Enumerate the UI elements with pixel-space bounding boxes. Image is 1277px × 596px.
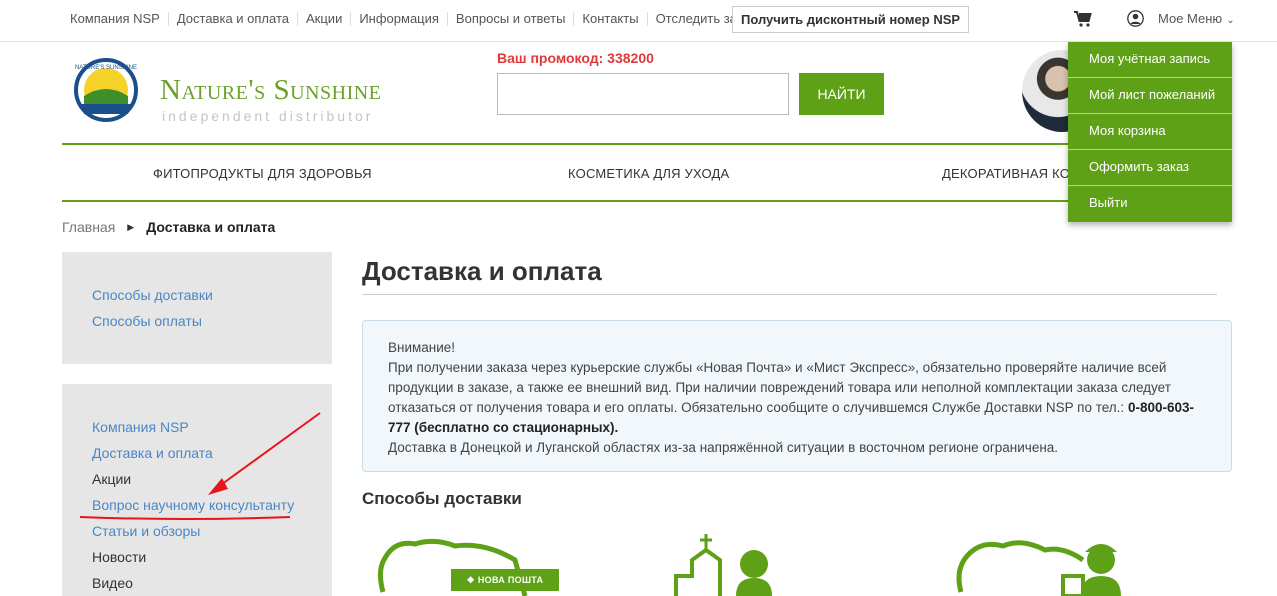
sidebar-link-articles[interactable]: Статьи и обзоры xyxy=(92,518,332,544)
courier-map-icon xyxy=(956,540,1121,596)
nav-item-cosmetics[interactable]: КОСМЕТИКА ДЛЯ УХОДА xyxy=(568,166,729,181)
nav-item-phytoproducts[interactable]: ФИТОПРОДУКТЫ ДЛЯ ЗДОРОВЬЯ xyxy=(153,166,372,181)
title-divider xyxy=(362,294,1217,295)
dropdown-item-cart[interactable]: Моя корзина xyxy=(1068,114,1232,150)
sidebar-link-company[interactable]: Компания NSP xyxy=(92,414,332,440)
top-link-delivery[interactable]: Доставка и оплата xyxy=(167,12,297,26)
delivery-notice: Внимание! При получении заказа через кур… xyxy=(362,320,1232,472)
page-title: Доставка и оплата xyxy=(362,256,602,286)
logo-text: Nature's Sunshine xyxy=(160,74,382,106)
pickup-point-icon xyxy=(674,534,772,596)
notice-text: При получении заказа через курьерские сл… xyxy=(388,360,1171,415)
top-link-contacts[interactable]: Контакты xyxy=(573,12,646,26)
nova-poshta-badge: ❖ НОВА ПОШТА xyxy=(451,569,559,591)
sidebar-link-payment-methods[interactable]: Способы оплаты xyxy=(92,308,332,334)
logo-subtitle: independent distributor xyxy=(162,108,374,124)
notice-restriction: Доставка в Донецкой и Луганской областях… xyxy=(388,440,1059,455)
search-input[interactable] xyxy=(497,73,789,115)
sidebar-link-delivery-methods[interactable]: Способы доставки xyxy=(92,282,332,308)
top-link-promotions[interactable]: Акции xyxy=(297,12,350,26)
dropdown-item-wishlist[interactable]: Мой лист пожеланий xyxy=(1068,78,1232,114)
sidebar-box-info: Компания NSP Доставка и оплата Акции Воп… xyxy=(62,384,332,596)
sidebar-link-video[interactable]: Видео xyxy=(92,570,332,596)
breadcrumb-current: Доставка и оплата xyxy=(146,219,276,235)
dropdown-item-logout[interactable]: Выйти xyxy=(1068,186,1232,222)
breadcrumb: Главная ▶ Доставка и оплата xyxy=(62,219,275,235)
top-link-faq[interactable]: Вопросы и ответы xyxy=(446,12,573,26)
nav-item-decorative[interactable]: ДЕКОРАТИВНАЯ КО xyxy=(942,166,1070,181)
top-links: Компания NSP Доставка и оплата Акции Инф… xyxy=(62,12,764,26)
dropdown-item-checkout[interactable]: Оформить заказ xyxy=(1068,150,1232,186)
nova-poshta-label: НОВА ПОШТА xyxy=(477,575,544,585)
sidebar-link-consultant[interactable]: Вопрос научному консультанту xyxy=(92,492,332,518)
top-link-company[interactable]: Компания NSP xyxy=(62,12,168,26)
dropdown-item-account[interactable]: Моя учётная запись xyxy=(1068,42,1232,78)
my-menu-toggle[interactable]: Мое Меню ⌄ xyxy=(1158,11,1235,26)
top-link-information[interactable]: Информация xyxy=(350,12,447,26)
section-title-delivery-methods: Способы доставки xyxy=(362,489,522,508)
breadcrumb-arrow-icon: ▶ xyxy=(127,221,135,232)
nova-poshta-logo-icon: ❖ xyxy=(466,575,476,585)
user-icon[interactable] xyxy=(1127,10,1144,27)
sidebar-box-delivery: Способы доставки Способы оплаты xyxy=(62,252,332,364)
main-nav: ФИТОПРОДУКТЫ ДЛЯ ЗДОРОВЬЯ КОСМЕТИКА ДЛЯ … xyxy=(62,143,1232,202)
my-menu-label: Мое Меню xyxy=(1158,11,1223,26)
notice-body: При получении заказа через курьерские сл… xyxy=(388,358,1206,438)
svg-text:NATURE'S SUNSHINE: NATURE'S SUNSHINE xyxy=(75,65,137,71)
discount-number-button[interactable]: Получить дисконтный номер NSP xyxy=(732,6,970,33)
my-menu-dropdown: Моя учётная запись Мой лист пожеланий Мо… xyxy=(1068,42,1232,222)
cart-icon[interactable] xyxy=(1074,11,1092,27)
sidebar-link-promotions[interactable]: Акции xyxy=(92,466,332,492)
top-bar: Компания NSP Доставка и оплата Акции Инф… xyxy=(0,0,1277,42)
sidebar-link-news[interactable]: Новости xyxy=(92,544,332,570)
chevron-down-icon: ⌄ xyxy=(1226,15,1235,26)
breadcrumb-home[interactable]: Главная xyxy=(62,219,115,235)
site-logo[interactable]: NATURE'S SUNSHINE Nature's Sunshine inde… xyxy=(72,56,412,128)
notice-heading: Внимание! xyxy=(388,340,456,355)
promo-code: Ваш промокод: 338200 xyxy=(497,50,654,66)
search-button[interactable]: НАЙТИ xyxy=(799,73,884,115)
logo-emblem-icon: NATURE'S SUNSHINE xyxy=(74,58,138,122)
sidebar-link-delivery[interactable]: Доставка и оплата xyxy=(92,440,332,466)
